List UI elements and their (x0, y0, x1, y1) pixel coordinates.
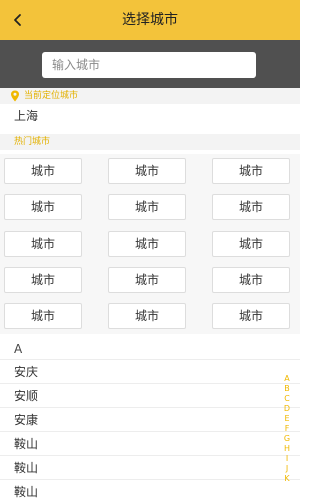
hot-city-button[interactable]: 城市 (212, 267, 290, 293)
hot-city-button[interactable]: 城市 (4, 231, 82, 257)
index-letter[interactable]: A (282, 374, 292, 384)
city-list-item[interactable]: 鞍山 (0, 432, 300, 456)
current-location-header: 当前定位城市 (0, 88, 300, 104)
hot-city-button[interactable]: 城市 (212, 303, 290, 329)
page-title: 选择城市 (122, 12, 178, 28)
hot-city-button[interactable]: 城市 (4, 158, 82, 184)
hot-city-button[interactable]: 城市 (108, 158, 186, 184)
city-list-item[interactable]: 鞍山 (0, 456, 300, 480)
city-list: A 安庆 安顺 安康 鞍山 鞍山 鞍山 (0, 338, 300, 500)
hot-city-button[interactable]: 城市 (212, 194, 290, 220)
top-bar: 选择城市 (0, 0, 300, 40)
hot-city-button[interactable]: 城市 (108, 267, 186, 293)
hot-city-button[interactable]: 城市 (108, 194, 186, 220)
hot-cities-label: 热门城市 (14, 137, 51, 147)
index-letter[interactable]: H (282, 444, 292, 454)
index-letter[interactable]: D (282, 404, 292, 414)
letter-section-header: A (0, 338, 300, 360)
hot-city-button[interactable]: 城市 (108, 303, 186, 329)
location-pin-icon (11, 90, 19, 102)
index-letter[interactable]: E (282, 414, 292, 424)
index-letter[interactable]: J (282, 464, 292, 474)
hot-city-button[interactable]: 城市 (108, 231, 186, 257)
hot-city-button[interactable]: 城市 (4, 303, 82, 329)
city-search-input[interactable] (42, 52, 256, 78)
hot-city-button[interactable]: 城市 (4, 267, 82, 293)
index-letter[interactable]: C (282, 394, 292, 404)
city-list-item[interactable]: 安顺 (0, 384, 300, 408)
hot-city-button[interactable]: 城市 (4, 194, 82, 220)
city-list-item[interactable]: 安庆 (0, 360, 300, 384)
index-letter[interactable]: F (282, 424, 292, 434)
alphabet-index: A B C D E F G H I J K (282, 374, 292, 484)
current-location-label: 当前定位城市 (24, 91, 79, 101)
hot-city-button[interactable]: 城市 (212, 231, 290, 257)
index-letter[interactable]: K (282, 474, 292, 484)
city-list-item[interactable]: 鞍山 (0, 480, 300, 500)
hot-cities-header: 热门城市 (0, 134, 300, 150)
city-list-item[interactable]: 安康 (0, 408, 300, 432)
hot-city-button[interactable]: 城市 (212, 158, 290, 184)
index-letter[interactable]: I (282, 454, 292, 464)
current-city[interactable]: 上海 (14, 108, 38, 124)
hot-cities-grid: 城市 城市 城市 城市 城市 城市 城市 城市 城市 城市 城市 城市 城市 城… (0, 154, 300, 334)
index-letter[interactable]: B (282, 384, 292, 394)
index-letter[interactable]: G (282, 434, 292, 444)
